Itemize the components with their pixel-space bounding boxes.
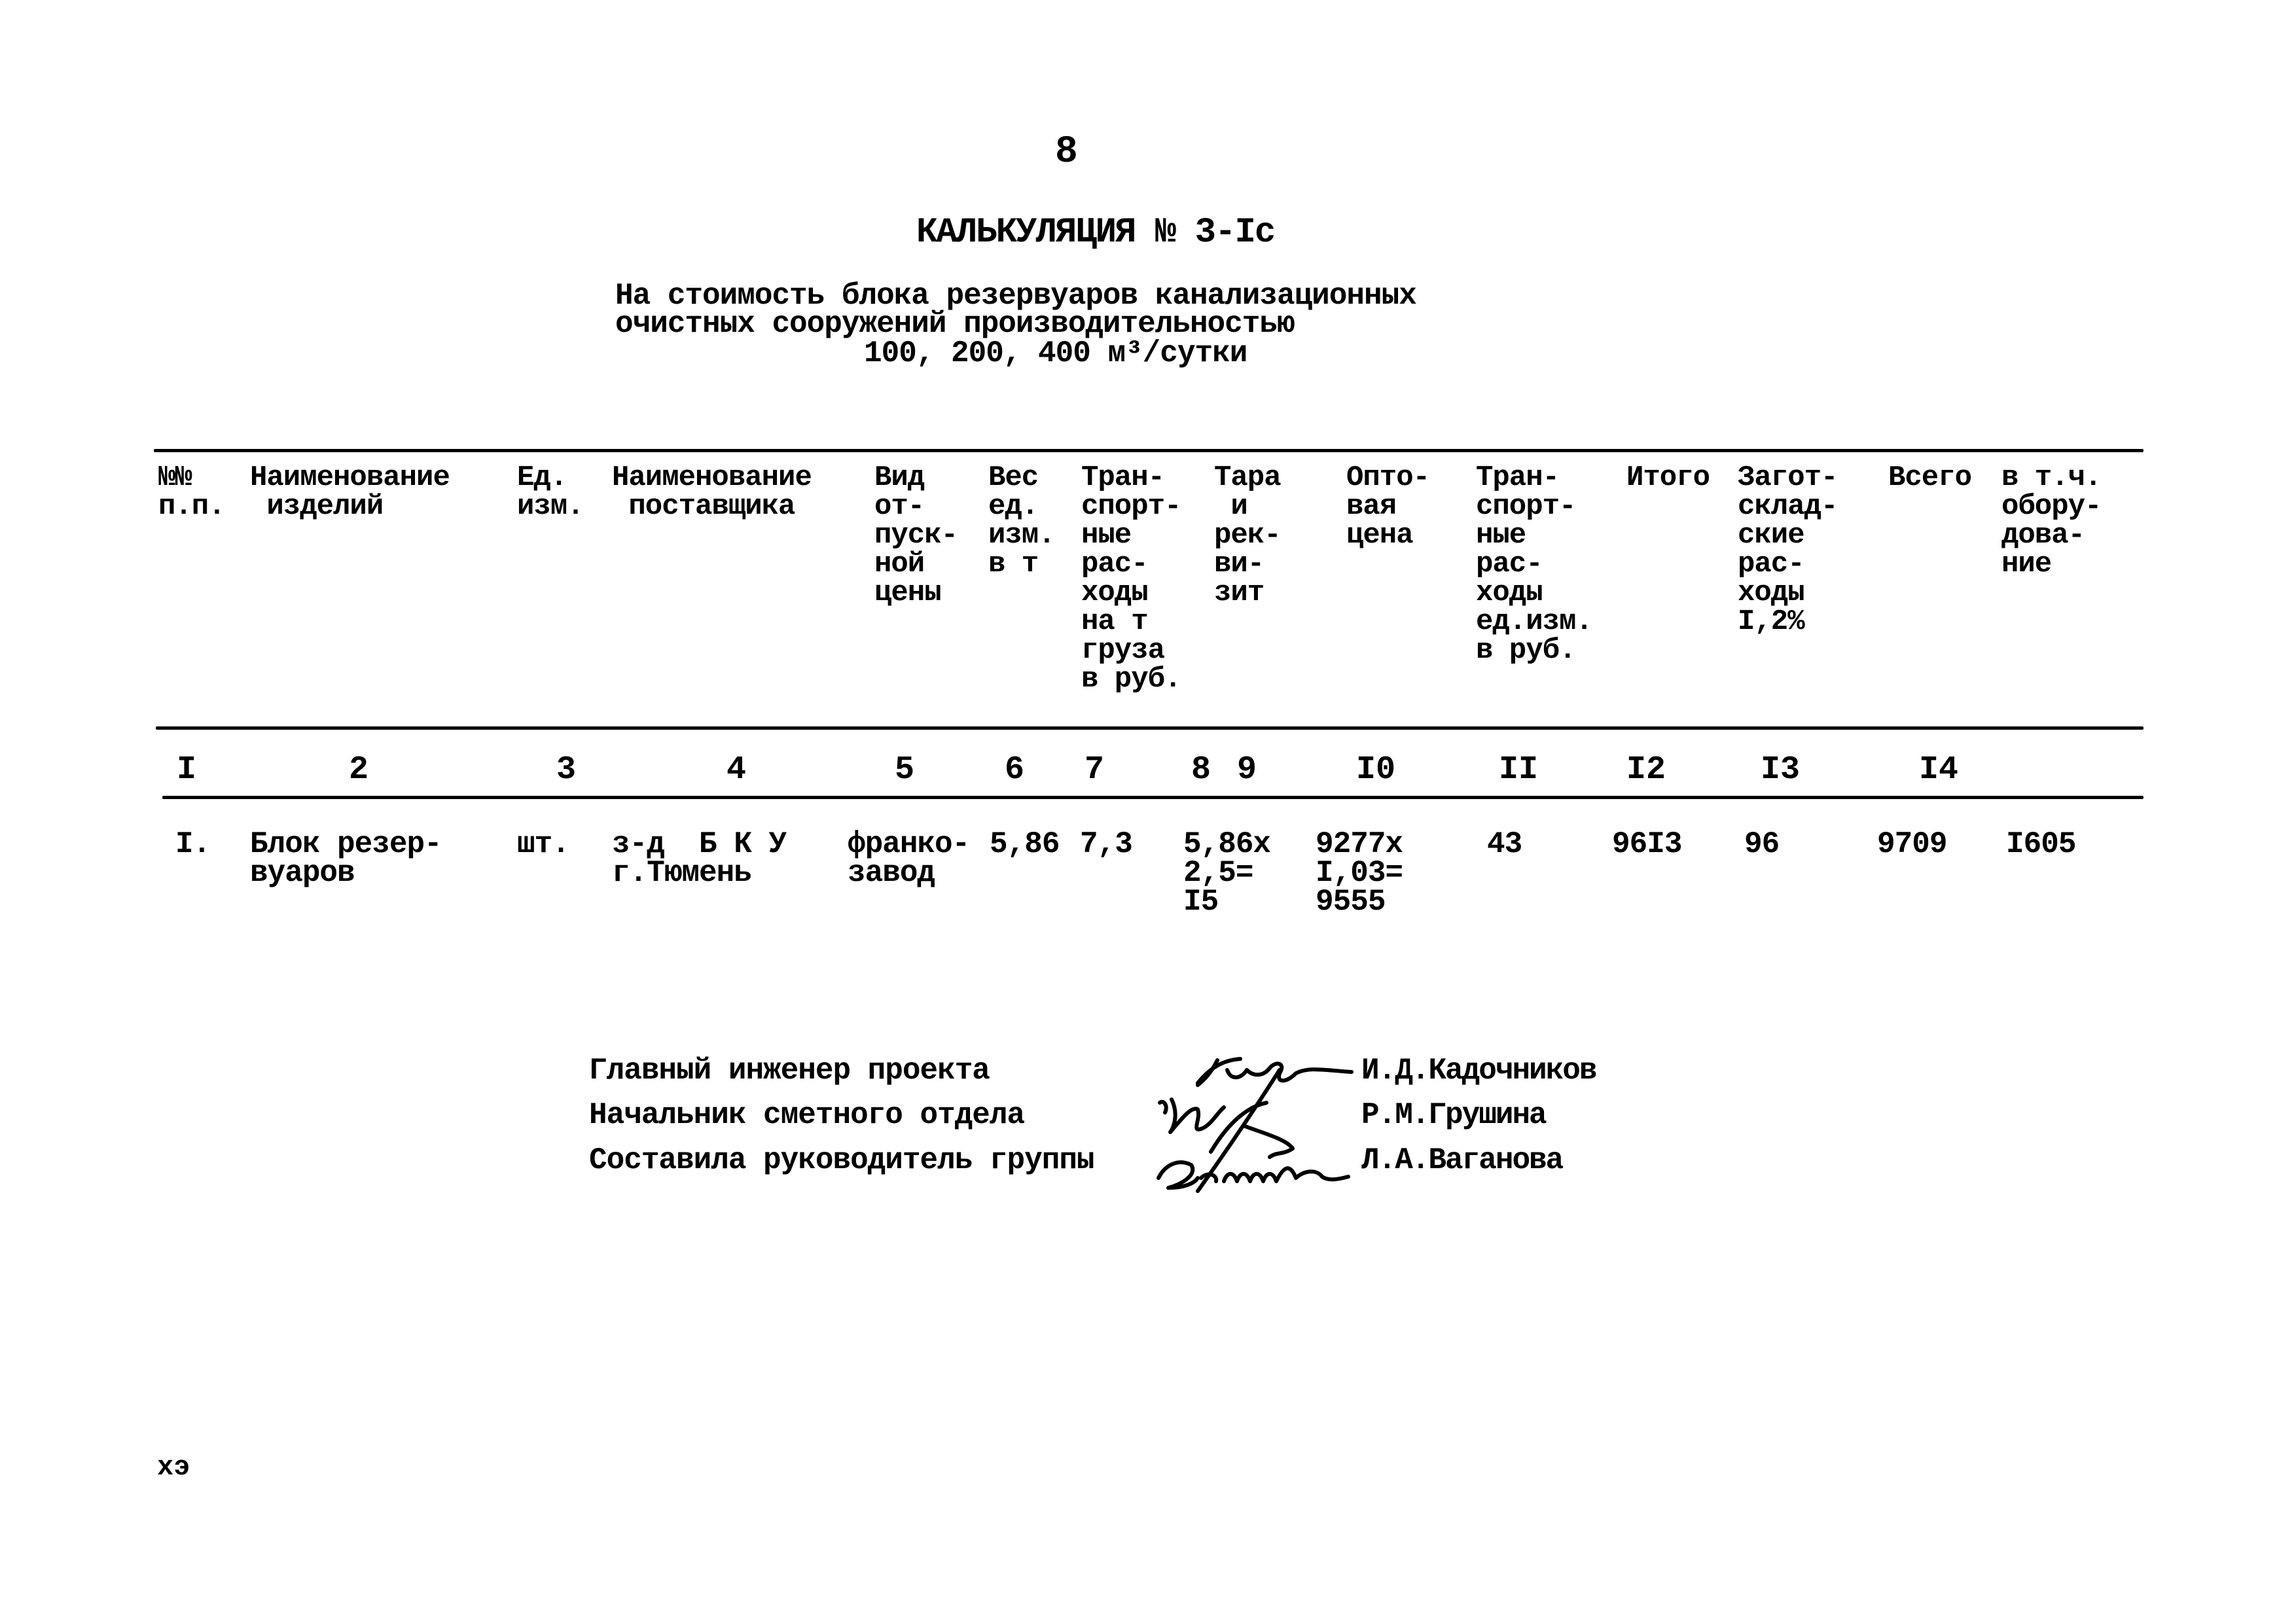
cell-price-type: франко- завод (848, 827, 970, 890)
subtitle-line-3: 100, 200, 400 м³/сутки (864, 336, 1247, 370)
document-title: КАЛЬКУЛЯЦИЯ № 3-Iс (916, 213, 1276, 253)
column-number: 5 (894, 751, 914, 789)
cell-unit: шт. (517, 827, 570, 861)
signature-role: Составила руководитель группы (589, 1143, 1095, 1177)
header-cell-transport-t: Тран- спорт- ные рас- ходы на т груза в … (1081, 461, 1181, 696)
column-number: 2 (348, 751, 368, 789)
signature-scribble-3 (1157, 1160, 1350, 1190)
column-number: 6 (1004, 751, 1024, 789)
header-cell-equipment: в т.ч. обору- дова- ние (2001, 461, 2102, 580)
cell-supplier: з-д Б К У г.Тюмень (612, 827, 787, 890)
footer-mark: хэ (157, 1452, 190, 1483)
header-cell-transport-unit: Тран- спорт- ные рас- ходы ед.изм. в руб… (1476, 461, 1593, 667)
subtitle-line-2: очистных сооружений производительностью (615, 307, 1295, 341)
cell-item-name: Блок резер- вуаров (250, 827, 442, 890)
column-number: 3 (556, 751, 576, 789)
signatory-name: И.Д.Кадочников (1361, 1054, 1597, 1088)
signature-role: Главный инженер проекта (589, 1054, 990, 1088)
cell-transport-per-unit: 43 (1487, 827, 1522, 861)
cell-wholesale-price: 9277х I,03= 9555 (1316, 827, 1403, 919)
header-cell-weight: Вес ед. изм. в т (988, 461, 1056, 580)
signatory-name: Л.А.Ваганова (1361, 1143, 1564, 1177)
handwritten-signatures-icon (1157, 1057, 1354, 1193)
cell-subtotal: 96I3 (1612, 827, 1682, 861)
column-number: I4 (1918, 751, 1958, 789)
column-number: 7 (1084, 751, 1104, 789)
table-column-numbers-rule (162, 796, 2144, 799)
header-cell-total: Всего (1888, 461, 1972, 494)
cell-transport-per-t: 7,3 (1080, 827, 1133, 861)
cell-total: 9709 (1877, 827, 1947, 861)
cell-no: I. (175, 827, 211, 861)
table-header-rule (156, 726, 2144, 730)
subtitle-line-1: На стоимость блока резервуаров канализац… (615, 279, 1417, 313)
cell-procurement: 96 (1744, 827, 1780, 861)
header-cell-supplier: Наименование поставщика (612, 461, 812, 523)
column-number: II (1498, 751, 1538, 789)
header-cell-item-name: Наименование изделий (250, 461, 450, 523)
signature-role: Начальник сметного отдела (589, 1098, 1025, 1132)
column-number: I3 (1760, 751, 1800, 789)
header-cell-subtotal: Итого (1626, 461, 1710, 494)
column-number: 4 (726, 751, 746, 789)
header-cell-no: №№ п.п. (158, 461, 226, 523)
header-cell-procurement: Загот- склад- ские рас- ходы I,2% (1738, 461, 1838, 638)
cell-unit-weight: 5,86 (990, 827, 1060, 861)
header-cell-price-type: Вид от- пуск- ной цены (874, 461, 958, 609)
header-cell-packaging: Тара и рек- ви- зит (1214, 461, 1282, 609)
cell-packaging: 5,86х 2,5= I5 (1183, 827, 1271, 919)
table-top-rule (154, 449, 2144, 452)
header-cell-unit: Ед. изм. (517, 461, 584, 523)
column-number: I (176, 751, 196, 789)
header-cell-wholesale: Опто- вая цена (1346, 461, 1430, 552)
column-number: I2 (1626, 751, 1666, 789)
page-number: 8 (1055, 131, 1078, 173)
column-number: I0 (1355, 751, 1395, 789)
signatory-name: Р.М.Грушина (1361, 1098, 1547, 1132)
column-number: 9 (1236, 751, 1257, 789)
cell-incl-equipment: I605 (2006, 827, 2076, 861)
